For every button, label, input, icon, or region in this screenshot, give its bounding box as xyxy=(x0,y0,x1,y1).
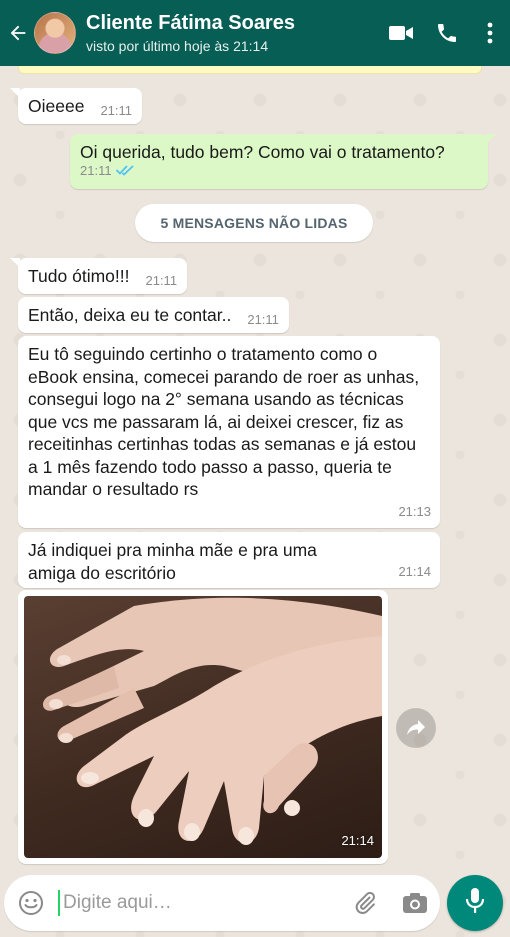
message-time: 21:14 xyxy=(398,563,431,579)
message-text: Oi querida, tudo bem? Como vai o tratame… xyxy=(80,142,445,162)
contact-name: Cliente Fátima Soares xyxy=(86,12,295,34)
video-call-icon[interactable] xyxy=(378,0,424,66)
message-time: 21:11 xyxy=(100,102,133,118)
double-check-read-icon xyxy=(115,164,134,179)
message-time: 21:11 xyxy=(247,311,279,327)
message-incoming[interactable]: Oieeee 21:11 xyxy=(9,88,143,124)
message-input[interactable] xyxy=(58,890,340,916)
unread-messages-banner: 5 MENSAGENS NÃO LIDAS xyxy=(135,204,373,242)
avatar[interactable] xyxy=(34,12,76,54)
message-text: Já indiquei pra minha mãe e pra uma amig… xyxy=(28,540,317,583)
message-text: Oieeee xyxy=(28,96,85,116)
forward-icon[interactable] xyxy=(396,708,436,748)
camera-icon[interactable] xyxy=(390,875,440,931)
mic-button[interactable] xyxy=(447,875,503,931)
phone-icon[interactable] xyxy=(424,0,470,66)
more-options-icon[interactable] xyxy=(470,0,510,66)
message-time: 21:11 xyxy=(145,272,178,288)
mic-icon xyxy=(465,887,485,920)
message-text: Tudo ótimo!!! xyxy=(28,266,130,286)
message-meta: 21:11 xyxy=(80,164,478,179)
message-incoming[interactable]: Eu tô seguindo certinho o tratamento com… xyxy=(18,336,440,528)
attach-icon[interactable] xyxy=(340,875,390,931)
message-incoming[interactable]: Já indiquei pra minha mãe e pra uma amig… xyxy=(18,532,440,588)
message-text: Eu tô seguindo certinho o tratamento com… xyxy=(28,344,420,499)
message-time: 21:14 xyxy=(341,832,374,848)
chat-header: Cliente Fátima Soares visto por último h… xyxy=(0,0,510,66)
image-message[interactable]: 21:14 xyxy=(18,590,388,864)
message-time: 21:13 xyxy=(398,503,431,519)
hands-illustration xyxy=(42,597,382,845)
message-text: Então, deixa eu te contar.. xyxy=(28,305,232,325)
emoji-icon[interactable] xyxy=(4,875,58,931)
message-outgoing[interactable]: Oi querida, tudo bem? Como vai o tratame… xyxy=(70,134,496,189)
message-composer xyxy=(4,875,440,931)
message-incoming[interactable]: Tudo ótimo!!! 21:11 xyxy=(9,258,188,294)
contact-info[interactable]: Cliente Fátima Soares visto por último h… xyxy=(86,11,378,55)
message-incoming[interactable]: Então, deixa eu te contar.. 21:11 xyxy=(18,297,289,333)
last-seen-status: visto por último hoje às 21:14 xyxy=(86,38,269,54)
message-time: 21:11 xyxy=(80,163,112,178)
hands-photo[interactable]: 21:14 xyxy=(24,596,382,858)
back-arrow-icon[interactable] xyxy=(4,0,32,66)
